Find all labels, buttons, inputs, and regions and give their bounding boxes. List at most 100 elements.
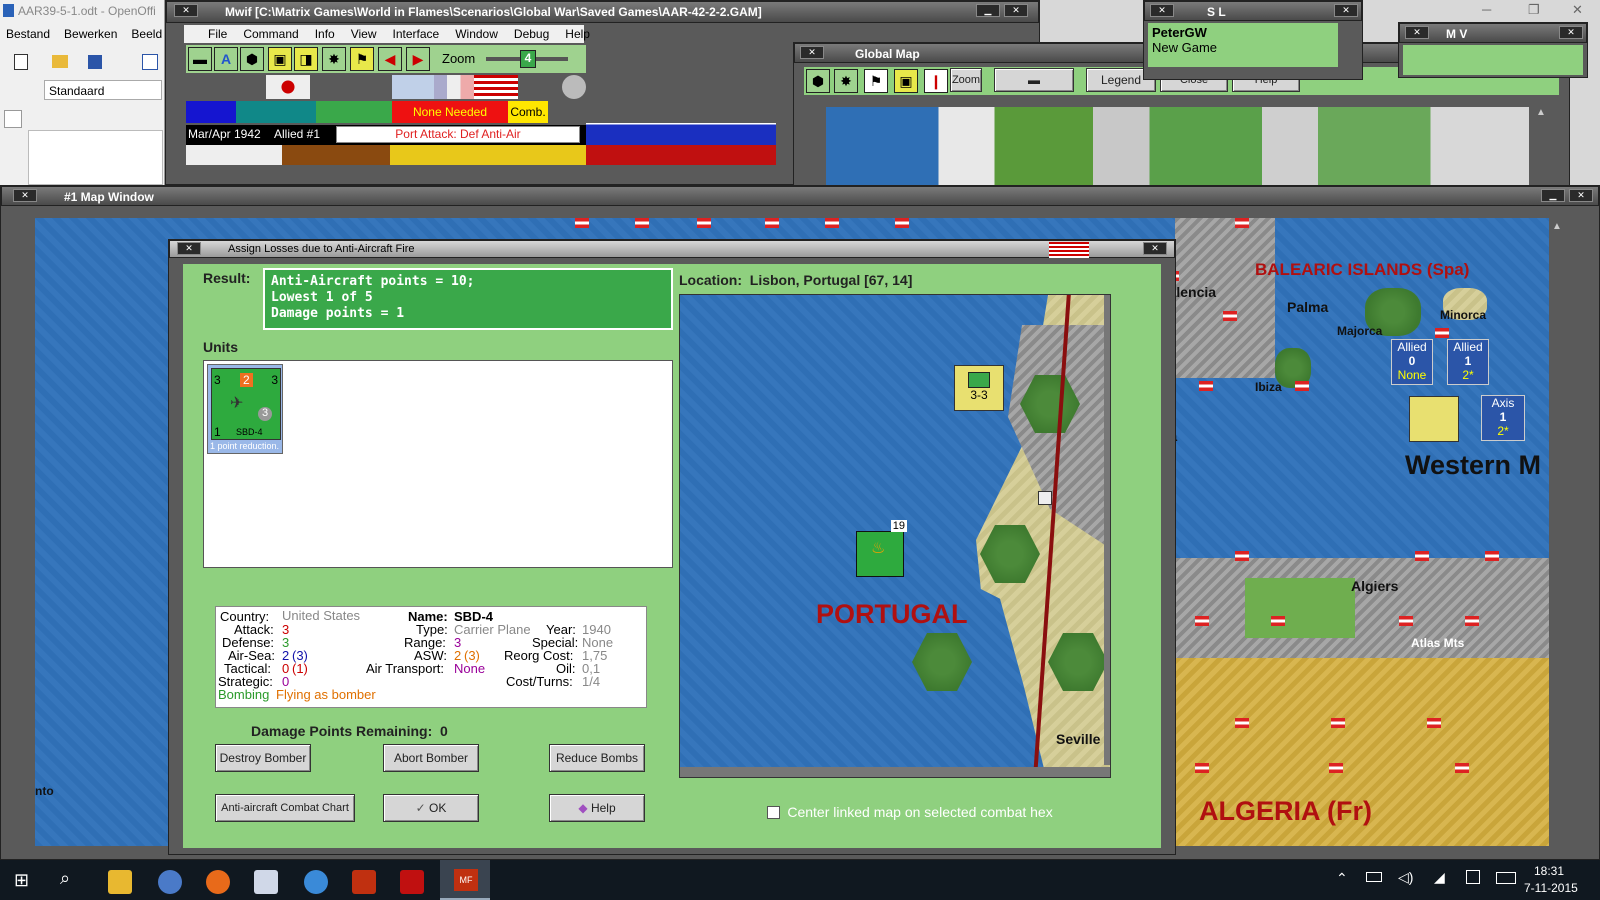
menu-info[interactable]: Info [315,27,335,41]
gm-flag-icon[interactable]: ⚑ [864,69,888,93]
arrow-right-icon[interactable]: ▶ [406,47,430,71]
tank-tool-icon[interactable]: ▬ [188,47,212,71]
mwif-minimize-icon[interactable]: ▁ [976,4,1000,17]
network-icon[interactable]: ◢ [1434,869,1445,886]
mwif-close-icon[interactable]: ✕ [174,4,198,17]
global-map-close-icon[interactable]: ✕ [800,46,824,59]
taskbar: ⊞ ⌕ MF ⌃ ◁) ◢ 18:31 7-11-2015 [0,860,1600,900]
map-scroll-up-icon[interactable]: ▲ [1549,221,1562,232]
map-vscrollbar[interactable]: ▲ [1549,218,1565,846]
open-folder-icon[interactable] [52,55,68,68]
menu-file[interactable]: File [208,27,227,41]
arrow-left-icon[interactable]: ◀ [378,47,402,71]
notifications-icon[interactable] [1466,870,1480,884]
gm-unit-icon[interactable]: ▣ [894,69,918,93]
global-map-view[interactable] [826,107,1529,187]
abort-bomber-button[interactable]: Abort Bomber [383,744,479,772]
aa-combat-chart-button[interactable]: Anti-aircraft Combat Chart [215,794,355,822]
sl-player: PeterGW [1152,25,1207,40]
app-blue-icon[interactable] [304,870,328,894]
mv-title: M V [1446,27,1468,41]
mwif-titlebar: Mwif [C:\Matrix Games\World in Flames\Sc… [166,1,1039,23]
gm-zoom-button[interactable]: Zoom [950,68,982,92]
mv-close-icon[interactable]: ✕ [1405,26,1429,39]
flag-marker [1485,551,1499,561]
edit-icon[interactable] [142,54,158,70]
clock-date[interactable]: 7-11-2015 [1524,881,1578,895]
destroy-bomber-button[interactable]: Destroy Bomber [215,744,311,772]
dialog-close-icon[interactable]: ✕ [177,242,201,255]
gm-tank-button[interactable]: ▬ [994,68,1074,92]
map-window-close-icon-right[interactable]: ✕ [1569,189,1593,202]
center-checkbox-row: Center linked map on selected combat hex [767,804,1053,822]
thunderbird-icon[interactable] [158,870,182,894]
dialog-close-icon-right[interactable]: ✕ [1143,242,1167,255]
keyboard-icon[interactable] [1496,872,1516,884]
zoom-slider-thumb[interactable]: 4 [520,50,536,68]
ok-button[interactable]: ✓ OK [383,794,479,822]
location-map[interactable]: 3-3 19 ♨ PORTUGAL Seville [679,294,1111,778]
search-icon[interactable]: ⌕ [60,868,70,889]
map-window-close-icon[interactable]: ✕ [13,189,37,202]
volume-icon[interactable]: ◁) [1398,869,1413,886]
result-line-damage: Damage points = 1 [271,306,405,321]
menu-help[interactable]: Help [565,27,590,41]
gm-sun-icon[interactable]: ✸ [834,69,858,93]
sl-close-icon[interactable]: ✕ [1150,4,1174,17]
sun-tool-icon[interactable]: ✸ [322,47,346,71]
loc-map-hscroll[interactable] [680,767,1110,777]
desktop-close-icon[interactable]: ✕ [1572,2,1583,18]
allied-box-1[interactable]: Allied 0 None [1391,339,1433,385]
flag-tool-icon[interactable]: ⚑ [350,47,374,71]
gm-hex-icon[interactable]: ⬢ [806,69,830,93]
stack-tool-icon[interactable]: ◨ [294,47,318,71]
hex-tool-icon[interactable]: ⬢ [240,47,264,71]
menu-window[interactable]: Window [455,27,498,41]
mwif-close-icon-right[interactable]: ✕ [1004,4,1028,17]
writer-menu-bewerken[interactable]: Bewerken [64,27,117,41]
firefox-icon[interactable] [206,870,230,894]
gm-scroll-up-icon[interactable]: ▲ [1536,107,1550,121]
writer-menu-beeld[interactable]: Beeld [131,27,162,41]
writer-toolbar [4,52,159,72]
text-tool-icon[interactable]: A [214,47,238,71]
game-launcher-icon[interactable] [352,870,376,894]
unit-counter-sbd4[interactable]: 3 2 3 ✈ 3 SBD-4 1 1 point reduction. [207,364,283,454]
writer-icon[interactable] [254,870,278,894]
file-explorer-icon[interactable] [108,870,132,894]
menu-interface[interactable]: Interface [393,27,440,41]
loc-map-vscroll[interactable] [1104,295,1110,765]
menu-debug[interactable]: Debug [514,27,549,41]
battery-icon[interactable] [1366,872,1382,882]
location-label: Location: Lisbon, Portugal [67, 14] [679,272,913,288]
menu-view[interactable]: View [351,27,377,41]
center-checkbox[interactable] [767,805,780,819]
ok-label: OK [429,801,447,815]
tray-chevron-icon[interactable]: ⌃ [1336,870,1348,887]
mv-content [1403,45,1583,75]
reduce-bombs-button[interactable]: Reduce Bombs [549,744,645,772]
corps-counter[interactable]: 3-3 [954,365,1004,411]
save-icon[interactable] [88,55,102,69]
menu-command[interactable]: Command [243,27,298,41]
map-window-minimize-icon[interactable]: ▁ [1541,189,1565,202]
desktop-minimize-icon[interactable]: ─ [1482,2,1491,17]
mwif-taskbar-button[interactable]: MF [440,860,490,900]
unit-tool-icon[interactable]: ▣ [268,47,292,71]
gm-pin-icon[interactable]: ❙ [924,69,948,93]
windows-start-icon[interactable]: ⊞ [14,870,29,891]
desktop-restore-icon[interactable]: ❐ [1528,2,1540,18]
result-line-lowest: Lowest 1 of 5 [271,290,373,305]
naval-counter[interactable] [1409,396,1459,442]
style-selector[interactable]: Standaard [44,80,162,100]
new-doc-icon[interactable] [14,54,28,70]
help-button[interactable]: ◆ Help [549,794,645,822]
clock-time[interactable]: 18:31 [1534,864,1564,878]
allied-box-2[interactable]: Allied 1 2* [1447,339,1489,385]
writer-menu-bestand[interactable]: Bestand [6,27,50,41]
mv-close-icon-right[interactable]: ✕ [1559,26,1583,39]
axis-box[interactable]: Axis 1 2* [1481,395,1525,441]
lisbon-stack[interactable]: 19 ♨ [856,520,907,577]
sl-close-icon-right[interactable]: ✕ [1334,4,1358,17]
acrobat-icon[interactable] [400,870,424,894]
